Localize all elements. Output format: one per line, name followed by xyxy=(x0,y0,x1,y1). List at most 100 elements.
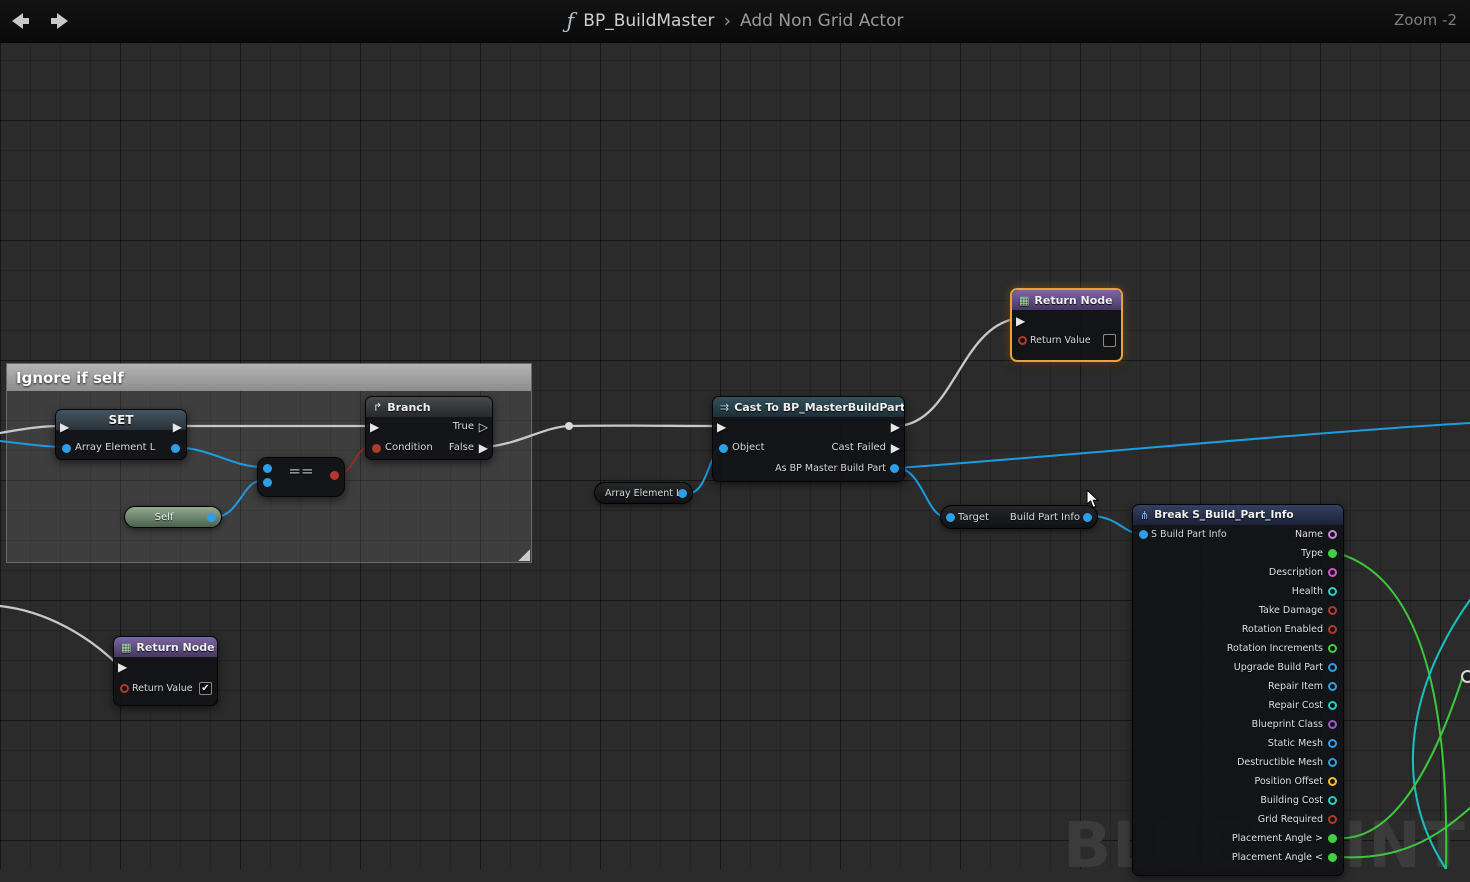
zoom-level: Zoom -2 xyxy=(1394,11,1457,29)
graph-name[interactable]: Add Non Grid Actor xyxy=(740,11,903,31)
return-value-checkbox[interactable]: ✔ xyxy=(199,682,212,695)
return-value-pin[interactable] xyxy=(120,684,129,693)
data-pin[interactable] xyxy=(1328,777,1337,786)
cast-failed-label: Cast Failed xyxy=(832,442,886,454)
false-label: False xyxy=(449,442,474,454)
object-pin[interactable] xyxy=(719,444,728,453)
break-output-row: Destructible Mesh xyxy=(1133,753,1337,772)
array-element-out-pin[interactable] xyxy=(678,489,687,498)
data-pin[interactable] xyxy=(1328,834,1337,843)
pin-label: Destructible Mesh xyxy=(1237,757,1323,768)
data-pin[interactable] xyxy=(1328,853,1337,862)
mouse-cursor xyxy=(1086,490,1101,513)
break-output-row: Placement Angle < xyxy=(1133,848,1337,867)
wire-cast-to-right-edge[interactable] xyxy=(899,423,1470,468)
data-pin[interactable] xyxy=(1328,549,1337,558)
wire-cast-to-target[interactable] xyxy=(899,468,942,516)
return-node-title: Return Node xyxy=(136,641,214,654)
reroute-node[interactable] xyxy=(565,422,573,430)
exec-in-pin[interactable]: ▶ xyxy=(60,421,69,433)
blueprint-name[interactable]: BP_BuildMaster xyxy=(583,11,714,31)
return-value-pin[interactable] xyxy=(1018,336,1027,345)
cast-node-title: Cast To BP_MasterBuildPart xyxy=(734,401,904,414)
exec-in-pin[interactable]: ▶ xyxy=(1016,315,1025,327)
break-output-row: Description xyxy=(1133,563,1337,582)
equals-input-a-pin[interactable] xyxy=(263,464,272,473)
comment-resize-handle[interactable] xyxy=(517,548,530,561)
array-element-label: Array Element L xyxy=(605,488,681,500)
data-pin[interactable] xyxy=(1328,720,1337,729)
branch-node-header[interactable]: ↱ Branch xyxy=(366,397,492,417)
pin-label: Building Cost xyxy=(1260,795,1323,806)
return-node-bottom[interactable]: ▦ Return Node ▶ Return Value ✔ xyxy=(113,636,218,706)
return-node-title: Return Node xyxy=(1034,294,1112,307)
cast-node[interactable]: ⇉ Cast To BP_MasterBuildPart ▶ Object ▶ … xyxy=(712,396,905,482)
data-pin[interactable] xyxy=(1328,739,1337,748)
wire-exec-in-return-bottom[interactable] xyxy=(0,606,119,666)
data-pin[interactable] xyxy=(1328,530,1337,539)
pin-label: Take Damage xyxy=(1259,605,1323,616)
equals-result-pin[interactable] xyxy=(330,471,339,480)
branch-node[interactable]: ↱ Branch ▶ Condition True ▷ False ▶ xyxy=(365,396,493,460)
data-pin[interactable] xyxy=(1328,815,1337,824)
condition-pin[interactable] xyxy=(372,444,381,453)
equals-node[interactable]: == xyxy=(257,457,345,497)
data-pin[interactable] xyxy=(1328,606,1337,615)
breadcrumb: ƒ BP_BuildMaster › Add Non Grid Actor xyxy=(567,0,904,42)
back-icon xyxy=(8,9,32,33)
array-element-node[interactable]: Array Element L xyxy=(594,482,693,504)
exec-in-pin[interactable]: ▶ xyxy=(118,661,127,673)
break-output-row: Static Mesh xyxy=(1133,734,1337,753)
break-icon: ⋔ xyxy=(1140,509,1149,522)
self-out-pin[interactable] xyxy=(207,513,216,522)
data-pin[interactable] xyxy=(1328,625,1337,634)
equals-input-b-pin[interactable] xyxy=(263,478,272,487)
back-button[interactable] xyxy=(8,9,34,33)
wire-exec-cast-to-return[interactable] xyxy=(899,319,1014,426)
data-pin[interactable] xyxy=(1328,568,1337,577)
true-exec-pin[interactable]: ▷ xyxy=(479,421,488,433)
set-node[interactable]: SET ▶ ▶ Array Element L xyxy=(55,409,187,460)
self-node[interactable]: Self xyxy=(124,506,222,528)
comment-title[interactable]: Ignore if self xyxy=(7,364,531,391)
break-output-row: Grid Required xyxy=(1133,810,1337,829)
data-pin[interactable] xyxy=(1328,758,1337,767)
break-node-header[interactable]: ⋔ Break S_Build_Part_Info xyxy=(1133,505,1343,525)
build-part-info-node[interactable]: Target Build Part Info xyxy=(940,505,1098,529)
data-pin[interactable] xyxy=(1328,644,1337,653)
exec-out-pin[interactable]: ▶ xyxy=(891,421,900,433)
return-icon: ▦ xyxy=(121,641,131,654)
blueprint-canvas[interactable]: BLUEPRINT Ignore if self xyxy=(0,0,1470,869)
break-struct-node[interactable]: ⋔ Break S_Build_Part_Info S Build Part I… xyxy=(1132,504,1344,876)
data-pin[interactable] xyxy=(1328,663,1337,672)
false-exec-pin[interactable]: ▶ xyxy=(479,442,488,454)
cast-node-header[interactable]: ⇉ Cast To BP_MasterBuildPart xyxy=(713,397,904,417)
break-output-row: Repair Cost xyxy=(1133,696,1337,715)
return-node-top[interactable]: ▦ Return Node ▶ Return Value xyxy=(1010,288,1123,362)
data-pin[interactable] xyxy=(1328,701,1337,710)
array-element-out-pin[interactable] xyxy=(171,444,180,453)
set-node-title[interactable]: SET xyxy=(56,410,186,430)
condition-label: Condition xyxy=(385,442,433,454)
target-pin[interactable] xyxy=(946,513,955,522)
array-element-in-pin[interactable] xyxy=(62,444,71,453)
exec-in-pin[interactable]: ▶ xyxy=(717,421,726,433)
return-node-header[interactable]: ▦ Return Node xyxy=(114,637,217,657)
exec-in-pin[interactable]: ▶ xyxy=(370,421,379,433)
pin-label: Placement Angle > xyxy=(1232,833,1323,844)
cast-failed-exec-pin[interactable]: ▶ xyxy=(891,442,900,454)
data-pin[interactable] xyxy=(1328,796,1337,805)
pin-label: Placement Angle < xyxy=(1232,852,1323,863)
pin-label: Rotation Increments xyxy=(1227,643,1323,654)
breadcrumb-chevron-icon: › xyxy=(723,10,731,32)
build-part-info-out-pin[interactable] xyxy=(1083,513,1092,522)
return-node-header[interactable]: ▦ Return Node xyxy=(1012,290,1121,310)
offscreen-node-pin[interactable] xyxy=(1461,670,1470,683)
data-pin[interactable] xyxy=(1328,682,1337,691)
build-part-info-label: Build Part Info xyxy=(1010,512,1080,524)
exec-out-pin[interactable]: ▶ xyxy=(173,421,182,433)
data-pin[interactable] xyxy=(1328,587,1337,596)
as-bp-master-build-part-pin[interactable] xyxy=(890,464,899,473)
forward-button[interactable] xyxy=(48,9,74,33)
return-value-checkbox[interactable] xyxy=(1103,334,1116,347)
